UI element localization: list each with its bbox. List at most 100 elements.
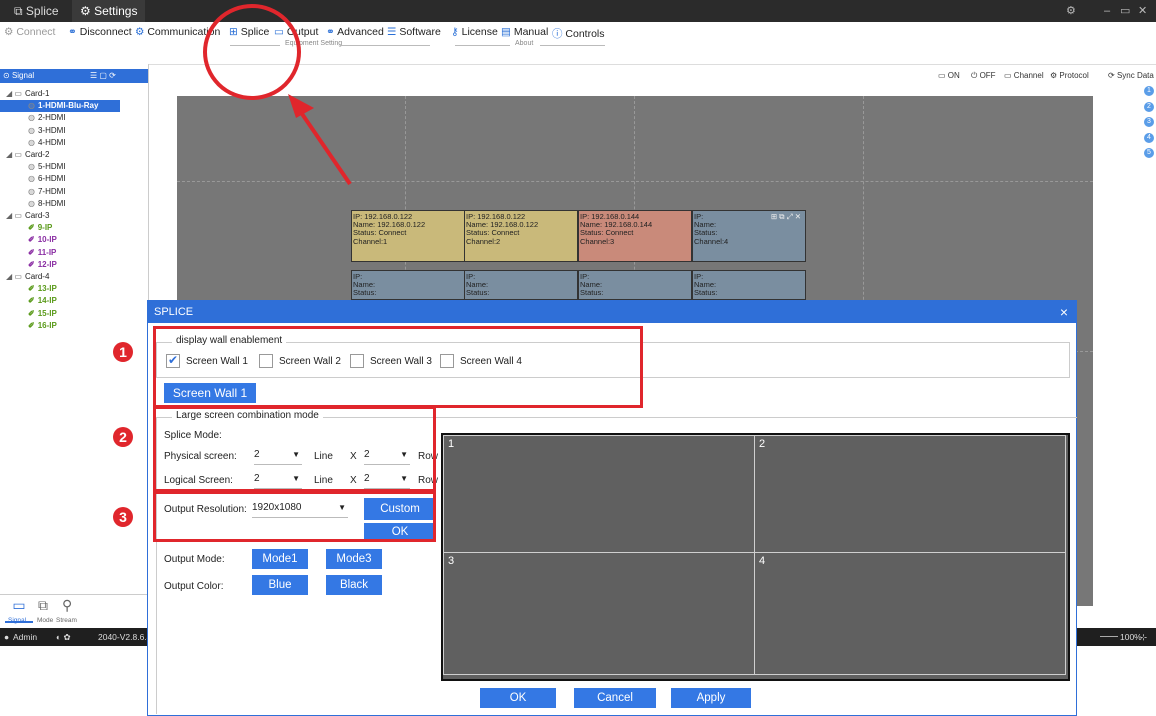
tab-settings[interactable]: ⚙ Settings [72,0,146,22]
off-button[interactable]: ⏻ OFF [971,71,996,81]
tree-signal-item[interactable]: ✐ 12-IP [0,259,57,271]
settings-gear-icon[interactable]: ⚙ [1066,0,1076,22]
tree-item-label: 6-HDMI [37,174,66,184]
tree-signal-item[interactable]: ◍ 3-HDMI [0,125,66,137]
tree-card[interactable]: ◢ ▭ Card-1 [0,88,49,100]
channel-button[interactable]: ▭ Channel [1004,71,1044,80]
tree-item-label: 15-IP [37,308,57,318]
tree-signal-item[interactable]: ✐ 9-IP [0,222,52,234]
tree-signal-item[interactable]: ✐ 11-IP [0,247,56,259]
link-icon: ⚭ [68,26,77,38]
tree-signal-item[interactable]: ◍ 7-HDMI [0,186,66,198]
tree-signal-item[interactable]: ◍ 6-HDMI [0,173,66,185]
hdmi-icon: ◍ [28,113,35,123]
hdmi-icon: ◍ [28,186,35,196]
preset-1-button[interactable]: 1 [1144,86,1154,96]
screen-preview[interactable]: 1 2 3 4 [441,433,1070,681]
document-icon: ▤ [501,26,511,38]
tab-stream-label: Stream [56,617,77,624]
output-color-label: Output Color: [164,581,224,592]
tree-signal-item[interactable]: ◍ 5-HDMI [0,161,66,173]
sync-data-button[interactable]: ⟳ Sync Data [1108,71,1154,80]
card-icon: ◢ ▭ [6,272,22,281]
preview-screen-1[interactable]: 1 [443,435,755,553]
window-cell-3[interactable]: IP: 192.168.0.144 Name: 192.168.0.144 St… [578,210,692,262]
dialog-close-button[interactable]: × [1060,301,1068,323]
hdmi-icon: ◍ [28,125,35,135]
connect-icon: ⚙ [4,26,14,38]
preset-5-button[interactable]: 5 [1144,148,1154,158]
tree-item-label: Card-1 [24,89,50,98]
ip-icon: ✐ [28,247,35,257]
tree-signal-item[interactable]: ✐ 13-IP [0,283,57,295]
on-button[interactable]: ▭ ON [938,71,960,80]
mode1-button[interactable]: Mode1 [252,549,308,569]
tree-card[interactable]: ◢ ▭ Card-2 [0,149,49,161]
preset-4-button[interactable]: 4 [1144,133,1154,143]
blue-color-button[interactable]: Blue [252,575,308,595]
ok-button[interactable]: OK [480,688,556,708]
hdmi-icon: ◍ [28,198,35,208]
tree-signal-item[interactable]: ◍ 1-HDMI-Blu-Ray [0,100,120,113]
window-cell-5[interactable]: IP: Name: Status: [351,270,465,300]
fit-icon[interactable]: ⊹ [1140,628,1147,646]
tree-item-label: 16-IP [37,320,57,330]
user-name: Admin [13,632,38,642]
window-cell-8[interactable]: IP: Name: Status: [692,270,806,300]
minimize-button[interactable]: – [1104,0,1110,22]
chevron-down-icon[interactable]: ⊙ [3,71,10,80]
mode3-button[interactable]: Mode3 [326,549,382,569]
maximize-button[interactable]: ▭ [1120,0,1130,22]
tree-item-label: Card-3 [24,211,50,220]
tree-signal-item[interactable]: ✐ 14-IP [0,295,57,307]
zoom-slider[interactable] [1100,636,1118,637]
protocol-button[interactable]: ⚙ Protocol [1050,71,1089,80]
monitor-icon: ▭ [938,71,946,80]
tree-card[interactable]: ◢ ▭ Card-4 [0,271,49,283]
tree-signal-item[interactable]: ◍ 2-HDMI [0,112,66,124]
preview-screen-2[interactable]: 2 [754,435,1066,553]
tree-signal-item[interactable]: ✐ 10-IP [0,234,57,246]
card-icon: ◢ ▭ [6,150,22,159]
tree-signal-item[interactable]: ◍ 4-HDMI [0,137,66,149]
cancel-button[interactable]: Cancel [574,688,656,708]
connect-button[interactable]: ⚙ Connect [4,26,55,38]
window-cell-1[interactable]: IP: 192.168.0.122 Name: 192.168.0.122 St… [351,210,465,262]
signal-header: ⊙ Signal ☰ ▢ ⟳ [0,69,148,83]
window-cell-2[interactable]: IP: 192.168.0.122 Name: 192.168.0.122 St… [464,210,578,262]
tree-card[interactable]: ◢ ▭ Card-3 [0,210,49,222]
window-cell-4[interactable]: IP: ⊞ ⧉ ⤢ ✕ Name: Status: Channel:4 [692,210,806,262]
manual-button[interactable]: ▤ Manual [501,26,548,38]
cell-controls-icon[interactable]: ⊞ ⧉ ⤢ ✕ [771,212,801,221]
preset-2-button[interactable]: 2 [1144,102,1154,112]
close-button[interactable]: ✕ [1138,0,1147,22]
black-color-button[interactable]: Black [326,575,382,595]
zoom-level: 100% [1120,632,1142,642]
software-button[interactable]: ☰ Software [387,26,441,38]
disconnect-button[interactable]: ⚭ Disconnect [68,26,132,38]
controls-button[interactable]: ⓘ Controls [552,26,605,41]
dialog-title: SPLICE [154,306,194,318]
stream-tab-icon[interactable]: ⚲ [62,597,72,614]
tree-signal-item[interactable]: ✐ 16-IP [0,320,57,332]
splice-window-icon: ⧉ [14,4,23,18]
card-icon: ◢ ▭ [6,211,22,220]
toolbar-icons[interactable]: ◐ ✿ [56,628,71,646]
mode-tab-icon[interactable]: ⧉ [38,597,48,614]
license-button[interactable]: ⚷ License [451,26,498,38]
hdmi-icon: ◍ [28,137,35,147]
preview-screen-3[interactable]: 3 [443,552,755,675]
apply-button[interactable]: Apply [671,688,751,708]
window-cell-7[interactable]: IP: Name: Status: [578,270,692,300]
preview-screen-4[interactable]: 4 [754,552,1066,675]
window-cell-6[interactable]: IP: Name: Status: [464,270,578,300]
list-view-icon[interactable]: ☰ ▢ ⟳ [90,69,116,83]
gear-icon: ⚙ [80,4,91,18]
tree-signal-item[interactable]: ◍ 8-HDMI [0,198,66,210]
preset-3-button[interactable]: 3 [1144,117,1154,127]
group-label-about: About [515,40,534,47]
group-divider [455,45,510,46]
tab-splice[interactable]: ⧉ Splice [14,0,59,22]
hdmi-icon: ◍ [28,174,35,184]
tree-signal-item[interactable]: ✐ 15-IP [0,308,57,320]
